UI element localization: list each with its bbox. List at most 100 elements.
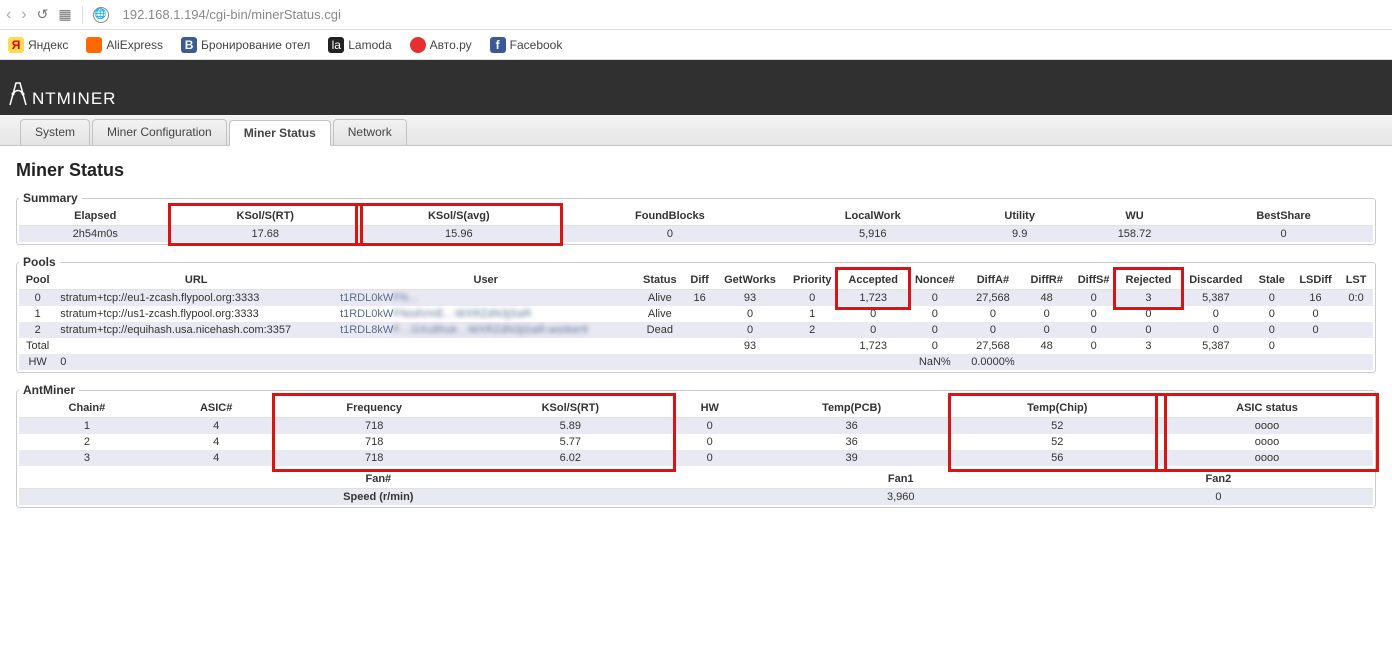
chain-cell: 36 [750,434,954,450]
forward-icon[interactable]: › [21,6,26,24]
pools-col-rejected: Rejected [1117,271,1180,290]
fan-cell: Speed (r/min) [19,489,738,506]
pools-col-lst: LST [1339,271,1373,290]
pools-col-pool: Pool [19,271,56,290]
chain-cell: oooo [1161,450,1373,466]
pools-cell: 0 [1117,306,1180,322]
pools-cell: Alive [635,306,684,322]
chain-cell: oooo [1161,434,1373,450]
back-icon[interactable]: ‹ [6,6,11,24]
pools-cell: 0 [1252,322,1292,338]
chain-cell: 39 [750,450,954,466]
pools-row: 1stratum+tcp://us1-zcash.flypool.org:333… [19,306,1373,322]
pools-col-diffs-: DiffS# [1070,271,1117,290]
chain-cell: 4 [155,418,278,435]
reload-icon[interactable]: ↺ [37,6,49,23]
bookmark-yandex[interactable]: ЯЯндекс [8,37,68,53]
tab-system[interactable]: System [20,119,90,145]
fan-cell: 0 [1064,489,1373,506]
pools-cell: 0 [963,306,1023,322]
pools-cell [1180,354,1252,370]
pools-cell: 0 [1252,338,1292,354]
address-bar[interactable]: 192.168.1.194/cgi-bin/minerStatus.cgi [123,7,341,22]
pools-cell: 1 [19,306,56,322]
chain-cell: oooo [1161,418,1373,435]
pools-cell: 3 [1117,338,1180,354]
pools-cell [336,354,635,370]
pools-cell [1339,322,1373,338]
summary-legend: Summary [19,191,82,205]
antminer-logo: NTMINER [6,79,116,115]
summary-panel: Summary ElapsedKSol/S(RT)KSol/S(avg)Foun… [16,191,1376,245]
bookmark-booking[interactable]: BБронирование отел [181,37,310,53]
pools-row: 2 stratum+tcp://equihash.usa.nicehash.com… [19,322,1373,338]
pools-cell [635,354,684,370]
fan-col-fan-: Fan# [19,470,738,489]
fan-table: Fan#Fan1Fan2Speed (r/min)3,9600 [19,470,1373,505]
fan-col-fan2: Fan2 [1064,470,1373,489]
chain-cell: 0 [670,450,750,466]
pools-cell: 0 [1070,322,1117,338]
bookmark-facebook[interactable]: fFacebook [490,37,563,53]
summary-col-ksol-s-rt-: KSol/S(RT) [172,207,359,226]
pools-cell [635,338,684,354]
pools-col-stale: Stale [1252,271,1292,290]
pools-cell: 1,723 [839,338,906,354]
pools-cell: 0 [715,306,785,322]
pools-cell: 0 [907,306,963,322]
apps-icon[interactable]: ▦ [58,6,71,23]
chain-col-temp-chip-: Temp(Chip) [954,399,1162,418]
pools-cell: NaN% [907,354,963,370]
pools-cell [1117,354,1180,370]
pools-cell: 3 [1117,290,1180,307]
app-header: NTMINER [0,60,1392,115]
pools-cell [715,354,785,370]
chain-col-frequency: Frequency [278,399,471,418]
pools-cell: 93 [715,290,785,307]
pools-col-priority: Priority [785,271,839,290]
summary-cell: 158.72 [1075,226,1194,243]
summary-col-utility: Utility [964,207,1074,226]
pools-cell: t1RDL8kWF…GXu8huk…WXRZdN3jGaR.worker9 [336,322,635,338]
pools-cell: 0 [839,306,906,322]
pools-cell: 0 [1180,322,1252,338]
chain-cell: 718 [278,418,471,435]
pools-row: HW0NaN%0.0000% [19,354,1373,370]
chain-cell: 718 [278,450,471,466]
pools-cell: 1 [785,306,839,322]
chain-table: Chain#ASIC#FrequencyKSol/S(RT)HWTemp(PCB… [19,399,1373,466]
chain-col-hw: HW [670,399,750,418]
pools-cell [684,306,715,322]
summary-cell: 17.68 [172,226,359,243]
fan-row: Speed (r/min)3,9600 [19,489,1373,506]
chain-row: 247185.7703652oooo [19,434,1373,450]
chain-cell: 5.89 [471,418,670,435]
summary-col-localwork: LocalWork [781,207,964,226]
pools-cell: 0 [1292,322,1339,338]
pools-cell [1023,354,1070,370]
bookmark-auto[interactable]: Авто.ру [410,37,472,53]
pools-cell: stratum+tcp://eu1-zcash.flypool.org:3333 [56,290,336,307]
chain-col-asic-: ASIC# [155,399,278,418]
pools-cell: 0.0000% [963,354,1023,370]
nav-tabs: System Miner Configuration Miner Status … [0,115,1392,146]
pools-col-status: Status [635,271,684,290]
pools-cell: 0 [907,322,963,338]
chain-col-asic-status: ASIC status [1161,399,1373,418]
pools-cell: 27,568 [963,290,1023,307]
bookmark-aliexpress[interactable]: AliExpress [86,37,163,53]
bookmark-lamoda[interactable]: laLamoda [328,37,391,53]
tab-miner-status[interactable]: Miner Status [229,120,331,146]
tab-network[interactable]: Network [333,119,407,145]
pools-cell: 2 [785,322,839,338]
pools-cell [684,338,715,354]
pools-cell [1292,338,1339,354]
pools-cell: stratum+tcp://equihash.usa.nicehash.com:… [56,322,336,338]
pools-cell: t1RDL0kWFNodVmE…WXRZdN3jSaR [336,306,635,322]
tab-miner-config[interactable]: Miner Configuration [92,119,227,145]
pools-cell: Total [19,338,56,354]
pools-cell [1339,354,1373,370]
pools-cell: 5,387 [1180,338,1252,354]
summary-col-elapsed: Elapsed [19,207,172,226]
antminer-panel: AntMiner Chain#ASIC#FrequencyKSol/S(RT)H… [16,383,1376,508]
